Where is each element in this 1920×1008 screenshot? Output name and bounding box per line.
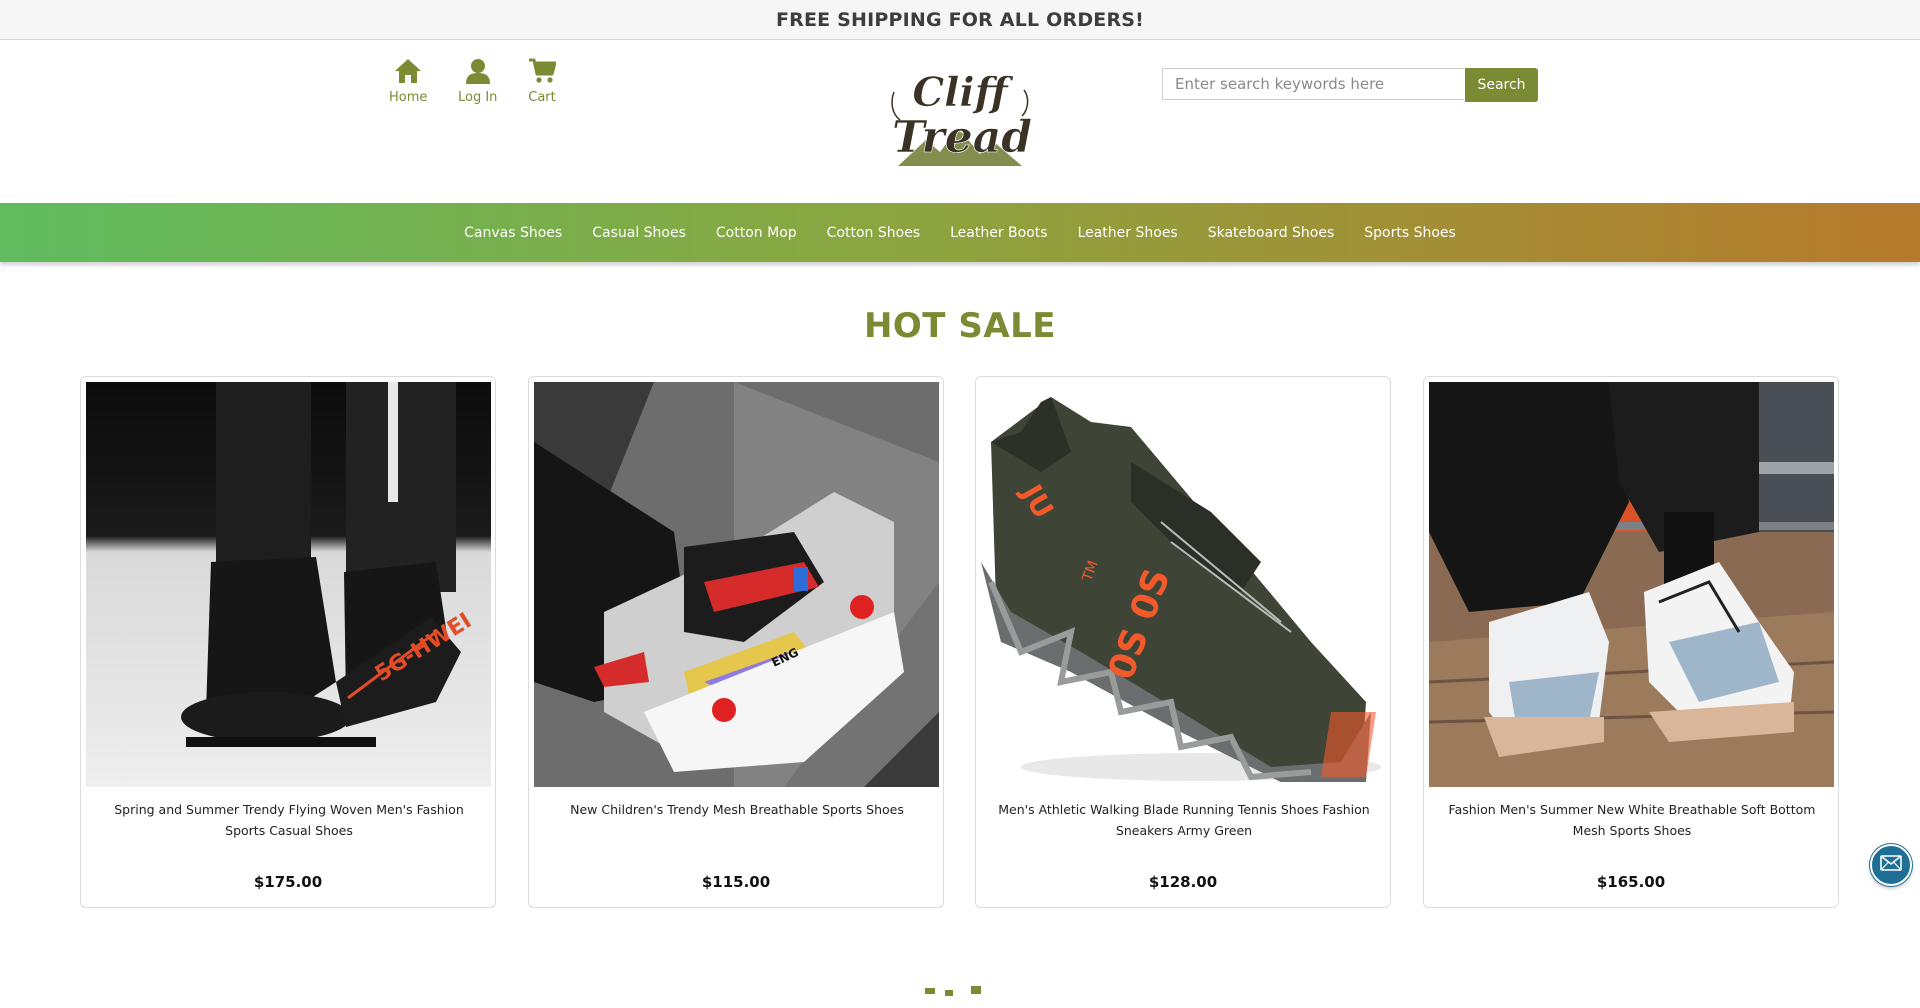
site-logo[interactable]: Cliff Tread (888, 62, 1032, 176)
user-icon (465, 58, 491, 84)
search-input[interactable] (1162, 68, 1464, 100)
category-leather-shoes[interactable]: Leather Shoes (1078, 225, 1178, 241)
product-card[interactable]: 5G-HWEI Spring and Summer Trendy Flying … (80, 376, 496, 908)
category-casual-shoes[interactable]: Casual Shoes (592, 225, 686, 241)
product-price: $115.00 (701, 873, 771, 891)
announcement-bar: FREE SHIPPING FOR ALL ORDERS! (0, 0, 1920, 40)
category-cotton-mop[interactable]: Cotton Mop (716, 225, 797, 241)
product-image[interactable]: ENG (534, 382, 939, 787)
cart-label: Cart (528, 90, 556, 105)
product-price: $128.00 (1148, 873, 1218, 891)
hot-sale-title: HOT SALE (863, 306, 1057, 346)
contact-mail-button[interactable] (1870, 844, 1912, 886)
category-sports-shoes[interactable]: Sports Shoes (1364, 225, 1456, 241)
search-button[interactable]: Search (1465, 68, 1538, 102)
category-nav: Canvas Shoes Casual Shoes Cotton Mop Cot… (0, 203, 1920, 262)
product-name[interactable]: Men's Athletic Walking Blade Running Ten… (994, 799, 1374, 841)
category-leather-boots[interactable]: Leather Boots (950, 225, 1047, 241)
next-section-title-fragment (915, 978, 1005, 1008)
product-price: $165.00 (1596, 873, 1666, 891)
cart-icon (528, 58, 556, 84)
product-card[interactable]: Fashion Men's Summer New White Breathabl… (1423, 376, 1839, 908)
svg-text:Tread: Tread (892, 112, 1032, 163)
login-link[interactable]: Log In (458, 58, 497, 105)
product-image[interactable] (1429, 382, 1834, 787)
category-skateboard-shoes[interactable]: Skateboard Shoes (1208, 225, 1335, 241)
product-card[interactable]: 0S 0S JU TM Men's Athletic Walking Blade… (975, 376, 1391, 908)
login-label: Log In (458, 90, 498, 105)
category-cotton-shoes[interactable]: Cotton Shoes (827, 225, 920, 241)
product-name[interactable]: Fashion Men's Summer New White Breathabl… (1442, 799, 1822, 841)
svg-text:Cliff: Cliff (912, 69, 1013, 116)
home-label: Home (389, 90, 428, 105)
product-name[interactable]: New Children's Trendy Mesh Breathable Sp… (547, 799, 927, 820)
cart-link[interactable]: Cart (528, 58, 556, 105)
announcement-text: FREE SHIPPING FOR ALL ORDERS! (775, 8, 1145, 31)
home-icon (394, 58, 422, 84)
home-link[interactable]: Home (389, 58, 427, 105)
mail-icon (1880, 855, 1902, 875)
product-price: $175.00 (253, 873, 323, 891)
product-name[interactable]: Spring and Summer Trendy Flying Woven Me… (99, 799, 479, 841)
product-card[interactable]: ENG New Children's Trendy Mesh Breathabl… (528, 376, 944, 908)
product-image[interactable]: 0S 0S JU TM (981, 382, 1386, 787)
product-image[interactable]: 5G-HWEI (86, 382, 491, 787)
category-canvas-shoes[interactable]: Canvas Shoes (464, 225, 562, 241)
